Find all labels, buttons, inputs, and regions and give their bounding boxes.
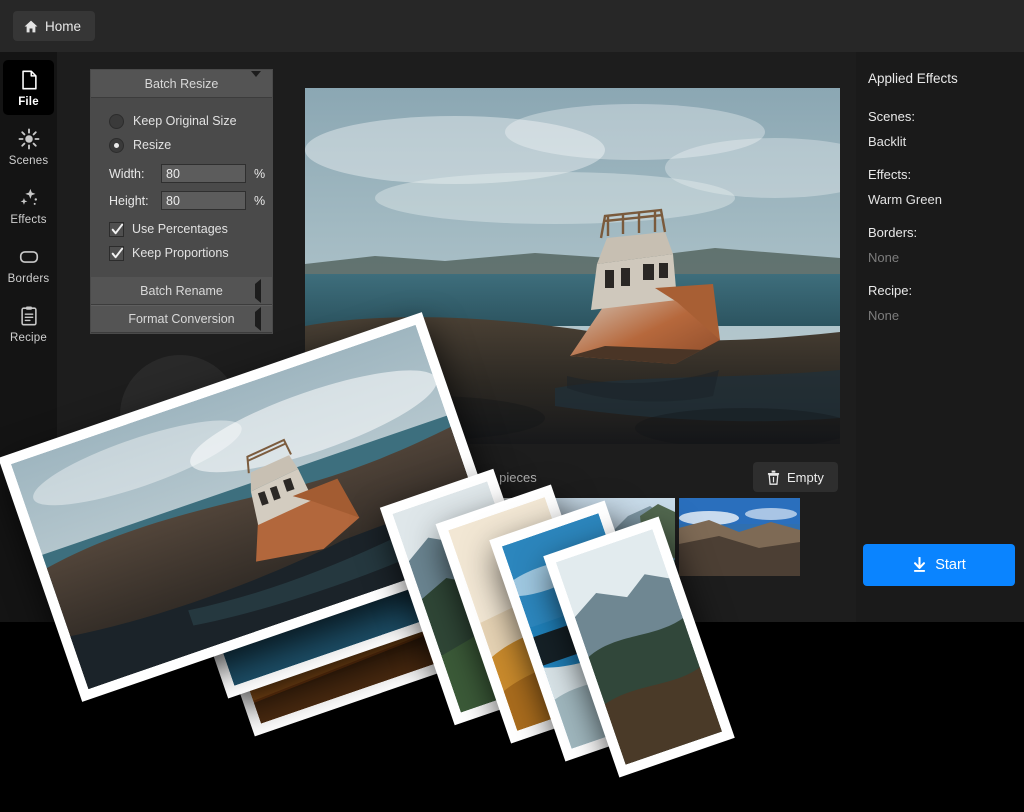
empty-button-label: Empty <box>787 470 824 485</box>
check-icon <box>111 223 124 236</box>
applied-effects-title: Applied Effects <box>868 71 1024 86</box>
info-group-scenes: Scenes: Backlit <box>868 109 1024 149</box>
thumbnail-item[interactable] <box>679 498 800 576</box>
document-icon <box>18 69 40 91</box>
download-icon <box>912 557 927 573</box>
info-group-recipe: Recipe: None <box>868 283 1024 323</box>
checkbox-use-percentages[interactable]: Use Percentages <box>91 217 272 241</box>
sparkles-icon <box>18 187 40 209</box>
checkbox-use-percentages-label: Use Percentages <box>132 222 228 236</box>
accordion-header-batch-rename[interactable]: Batch Rename <box>91 277 272 305</box>
batch-resize-body: Keep Original Size Resize Width: % Heigh… <box>91 98 272 277</box>
info-value-scenes: Backlit <box>868 134 1024 149</box>
screenshot-stage: Home File <box>0 0 1024 812</box>
info-value-effects: Warm Green <box>868 192 1024 207</box>
sidebar-item-borders-label: Borders <box>8 273 50 285</box>
home-button[interactable]: Home <box>13 11 95 41</box>
trash-icon <box>767 470 780 485</box>
home-icon <box>24 20 38 33</box>
checkbox-indicator <box>109 246 124 261</box>
home-button-label: Home <box>45 19 81 34</box>
accordion-title-format-conversion: Format Conversion <box>128 312 234 326</box>
chevron-down-icon <box>251 77 261 91</box>
sidebar-item-recipe[interactable]: Recipe <box>3 296 54 351</box>
sidebar-item-borders[interactable]: Borders <box>3 237 54 292</box>
accordion-header-batch-resize[interactable]: Batch Resize <box>91 70 272 98</box>
radio-indicator-selected <box>109 138 124 153</box>
height-field-row: Height: % <box>91 187 272 214</box>
checkbox-keep-proportions[interactable]: Keep Proportions <box>91 241 272 265</box>
height-input[interactable] <box>161 191 246 210</box>
radio-resize[interactable]: Resize <box>91 133 272 157</box>
start-button[interactable]: Start <box>863 544 1015 586</box>
info-value-recipe: None <box>868 308 1024 323</box>
info-key-effects: Effects: <box>868 167 1024 182</box>
info-key-borders: Borders: <box>868 225 1024 240</box>
empty-button[interactable]: Empty <box>753 462 838 492</box>
width-label: Width: <box>109 167 161 181</box>
radio-keep-original-size-label: Keep Original Size <box>133 114 237 128</box>
accordion-title-batch-resize: Batch Resize <box>145 77 219 91</box>
sidebar-item-effects-label: Effects <box>10 214 46 226</box>
sidebar-item-file[interactable]: File <box>3 60 54 115</box>
info-value-borders: None <box>868 250 1024 265</box>
info-group-borders: Borders: None <box>868 225 1024 265</box>
chevron-left-icon <box>255 312 261 326</box>
width-input[interactable] <box>161 164 246 183</box>
radio-indicator <box>109 114 124 129</box>
start-button-label: Start <box>935 557 966 573</box>
applied-effects-panel: Applied Effects Scenes: Backlit Effects:… <box>856 52 1024 622</box>
top-bar: Home <box>0 0 1024 52</box>
chevron-left-icon <box>255 284 261 298</box>
clipboard-icon <box>18 305 40 327</box>
info-group-effects: Effects: Warm Green <box>868 167 1024 207</box>
info-key-scenes: Scenes: <box>868 109 1024 124</box>
checkbox-indicator <box>109 222 124 237</box>
checkbox-keep-proportions-label: Keep Proportions <box>132 246 229 260</box>
height-label: Height: <box>109 194 161 208</box>
height-unit: % <box>254 194 265 208</box>
accordion-header-format-conversion[interactable]: Format Conversion <box>91 305 272 333</box>
sidebar-item-scenes-label: Scenes <box>9 155 49 167</box>
accordion-title-batch-rename: Batch Rename <box>140 284 223 298</box>
sidebar-item-scenes[interactable]: Scenes <box>3 119 54 174</box>
sun-icon <box>18 128 40 150</box>
sidebar-item-recipe-label: Recipe <box>10 332 47 344</box>
check-icon <box>111 247 124 260</box>
rounded-rectangle-icon <box>18 246 40 268</box>
width-unit: % <box>254 167 265 181</box>
width-field-row: Width: % <box>91 160 272 187</box>
sidebar-item-file-label: File <box>18 96 39 108</box>
thumbnail-image <box>679 498 800 576</box>
settings-panel: Batch Resize Keep Original Size Resize W… <box>90 69 273 334</box>
radio-resize-label: Resize <box>133 138 171 152</box>
info-key-recipe: Recipe: <box>868 283 1024 298</box>
radio-keep-original-size[interactable]: Keep Original Size <box>91 109 272 133</box>
sidebar-item-effects[interactable]: Effects <box>3 178 54 233</box>
